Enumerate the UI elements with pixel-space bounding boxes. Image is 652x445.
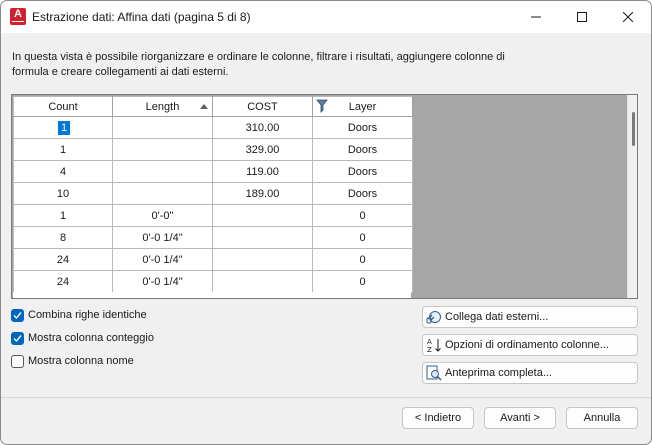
dialog-window: A Estrazione dati: Affina dati (pagina 5… — [0, 0, 652, 445]
cell-count[interactable]: 4 — [13, 160, 113, 183]
show-count-label: Mostra colonna conteggio — [28, 332, 154, 344]
show-name-option[interactable]: Mostra colonna nome — [11, 353, 134, 369]
footer-divider — [1, 397, 651, 398]
cell-cost[interactable]: 119.00 — [212, 160, 313, 183]
cell-length[interactable]: 0'-0 1/4" — [112, 270, 213, 293]
cell-layer[interactable]: Doors — [312, 182, 413, 205]
table-row[interactable]: 1 310.00 Doors — [13, 116, 413, 139]
cell-cost[interactable]: 189.00 — [212, 182, 313, 205]
cell-length[interactable]: 0'-0" — [112, 204, 213, 227]
cell-length[interactable] — [112, 160, 213, 183]
show-count-option[interactable]: Mostra colonna conteggio — [11, 330, 154, 346]
column-header-label: Count — [48, 100, 78, 113]
column-header-length[interactable]: Length — [112, 96, 213, 117]
cell-cost[interactable]: 329.00 — [212, 138, 313, 161]
close-icon — [623, 12, 633, 22]
cancel-button[interactable]: Annulla — [566, 407, 638, 429]
column-header-count[interactable]: Count — [13, 96, 113, 117]
svg-text:A: A — [427, 338, 432, 346]
combine-rows-checkbox[interactable] — [11, 308, 24, 322]
cell-layer[interactable]: Doors — [312, 116, 413, 139]
cell-cost[interactable] — [212, 248, 313, 271]
column-header-layer[interactable]: Layer — [312, 96, 413, 117]
cell-count[interactable]: 24 — [13, 248, 113, 271]
cell-length[interactable]: 0'-0 1/4" — [112, 248, 213, 271]
cell-length[interactable] — [112, 116, 213, 139]
preview-magnifier-icon — [426, 365, 442, 381]
app-icon-letter: A — [14, 8, 22, 20]
table-row[interactable]: 24 0'-0 1/4" 0 — [13, 270, 413, 293]
cell-cost[interactable] — [212, 270, 313, 293]
column-sort-options-button[interactable]: A Z Opzioni di ordinamento colonne... — [422, 334, 638, 356]
back-button[interactable]: < Indietro — [402, 407, 474, 429]
filter-icon — [316, 99, 328, 113]
cell-layer[interactable]: 0 — [312, 248, 413, 271]
cell-count[interactable]: 1 — [13, 138, 113, 161]
cell-length[interactable] — [112, 138, 213, 161]
data-grid[interactable]: Count Length COST Layer 1 310.00 Doors 1 329… — [11, 94, 638, 299]
cell-count[interactable]: 24 — [13, 270, 113, 293]
sort-ascending-icon — [200, 104, 208, 109]
window-title: Estrazione dati: Affina dati (pagina 5 d… — [32, 10, 251, 24]
cell-count[interactable]: 8 — [13, 226, 113, 249]
combine-rows-option[interactable]: Combina righe identiche — [11, 307, 147, 323]
cell-cost[interactable] — [212, 226, 313, 249]
selected-cell-value: 1 — [58, 120, 71, 135]
table-row[interactable]: 1 329.00 Doors — [13, 138, 413, 161]
autocad-app-icon: A — [10, 8, 26, 25]
column-header-label: Layer — [348, 100, 377, 113]
cell-length[interactable] — [112, 182, 213, 205]
data-grid-table: Count Length COST Layer 1 310.00 Doors 1 329… — [13, 96, 413, 293]
maximize-button[interactable] — [559, 1, 605, 33]
next-button[interactable]: Avanti > — [484, 407, 556, 429]
cell-count[interactable]: 1 — [13, 204, 113, 227]
show-name-checkbox[interactable] — [11, 354, 24, 368]
table-row[interactable]: 10 189.00 Doors — [13, 182, 413, 205]
cell-layer[interactable]: 0 — [312, 226, 413, 249]
grid-header-row: Count Length COST Layer — [13, 96, 413, 117]
svg-text:Z: Z — [427, 346, 432, 353]
table-row[interactable]: 24 0'-0 1/4" 0 — [13, 248, 413, 271]
title-bar[interactable]: A Estrazione dati: Affina dati (pagina 5… — [1, 1, 651, 33]
cell-layer[interactable]: Doors — [312, 160, 413, 183]
table-row[interactable]: 8 0'-0 1/4" 0 — [13, 226, 413, 249]
checkmark-icon — [13, 311, 22, 319]
full-preview-button[interactable]: Anteprima completa... — [422, 362, 638, 384]
grid-body: 1 310.00 Doors 1 329.00 Doors 4 119.00 Doors 10 18… — [13, 116, 413, 293]
minimize-icon — [531, 16, 541, 18]
table-row[interactable]: 1 0'-0" 0 — [13, 204, 413, 227]
grid-bottom-edge — [13, 292, 411, 298]
cell-count[interactable]: 10 — [13, 182, 113, 205]
cell-layer[interactable]: Doors — [312, 138, 413, 161]
cell-layer[interactable]: 0 — [312, 204, 413, 227]
page-description: In questa vista è possibile riorganizzar… — [12, 51, 505, 78]
close-button[interactable] — [605, 1, 651, 33]
cell-length[interactable]: 0'-0 1/4" — [112, 226, 213, 249]
sort-az-icon: A Z — [427, 338, 441, 353]
table-row[interactable]: 4 119.00 Doors — [13, 160, 413, 183]
show-name-label: Mostra colonna nome — [28, 355, 134, 367]
column-header-label: Length — [145, 100, 180, 113]
column-header-label: COST — [247, 100, 278, 113]
show-count-checkbox[interactable] — [11, 331, 24, 345]
minimize-button[interactable] — [513, 1, 559, 33]
link-external-data-label: Collega dati esterni... — [445, 311, 549, 323]
column-sort-options-label: Opzioni di ordinamento colonne... — [445, 339, 609, 351]
cell-cost[interactable]: 310.00 — [212, 116, 313, 139]
grid-vertical-scrollbar[interactable] — [627, 95, 637, 298]
cell-layer[interactable]: 0 — [312, 270, 413, 293]
checkmark-icon — [13, 334, 22, 342]
cell-cost[interactable] — [212, 204, 313, 227]
cell-count[interactable]: 1 — [13, 116, 113, 139]
column-header-cost[interactable]: COST — [212, 96, 313, 117]
maximize-icon — [577, 12, 587, 22]
combine-rows-label: Combina righe identiche — [28, 309, 147, 321]
scrollbar-thumb[interactable] — [632, 112, 635, 146]
link-external-data-button[interactable]: Collega dati esterni... — [422, 306, 638, 328]
full-preview-label: Anteprima completa... — [445, 367, 552, 379]
link-icon — [426, 311, 441, 324]
